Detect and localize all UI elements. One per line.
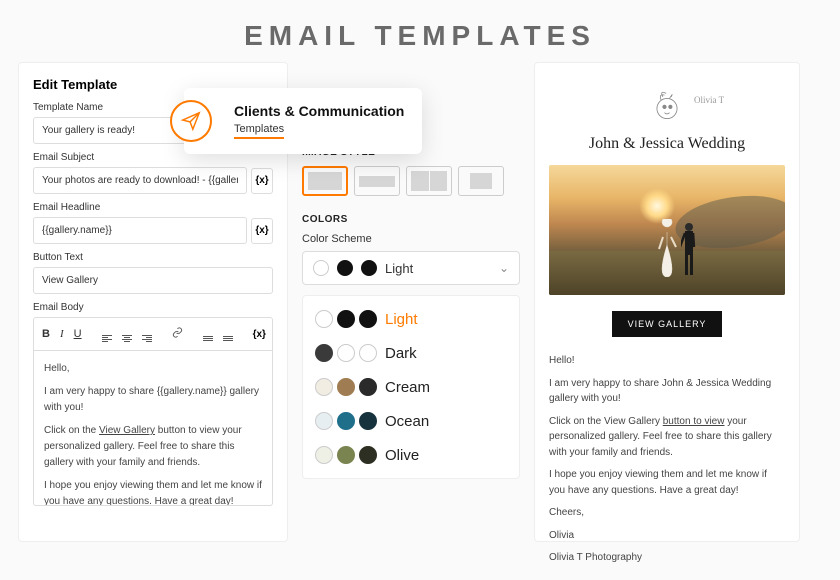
preview-headline: John & Jessica Wedding bbox=[549, 135, 785, 153]
preview-hero-image bbox=[549, 165, 785, 295]
rich-text-toolbar: B I U {x} bbox=[33, 317, 273, 351]
section-title: Clients & Communication bbox=[234, 103, 404, 119]
preview-body: Hello! I am very happy to share John & J… bbox=[549, 353, 785, 566]
image-style-option-4[interactable] bbox=[458, 166, 504, 196]
label-email-headline: Email Headline bbox=[33, 202, 273, 213]
image-style-options bbox=[302, 166, 520, 196]
view-gallery-button[interactable]: VIEW GALLERY bbox=[612, 311, 723, 337]
scheme-option-cream[interactable]: Cream bbox=[309, 370, 513, 404]
body-line: I am very happy to share {{gallery.name}… bbox=[44, 384, 262, 416]
email-preview-panel: Olivia T John & Jessica Wedding VIEW GAL… bbox=[534, 62, 800, 542]
color-scheme-select[interactable]: Light ⌄ bbox=[302, 251, 520, 285]
scheme-option-dark[interactable]: Dark bbox=[309, 336, 513, 370]
insert-variable-button[interactable]: {x} bbox=[251, 168, 273, 194]
swatch-icon bbox=[361, 260, 377, 276]
selected-scheme-label: Light bbox=[385, 261, 491, 276]
align-center-button[interactable] bbox=[122, 327, 132, 342]
section-header-card: Clients & Communication Templates bbox=[184, 88, 422, 154]
image-style-option-2[interactable] bbox=[354, 166, 400, 196]
bullet-list-button[interactable] bbox=[223, 328, 233, 341]
button-text-input[interactable] bbox=[33, 267, 273, 294]
align-left-button[interactable] bbox=[102, 327, 112, 342]
color-scheme-label: Color Scheme bbox=[302, 233, 520, 245]
body-line: I hope you enjoy viewing them and let me… bbox=[44, 478, 262, 506]
scheme-option-ocean[interactable]: Ocean bbox=[309, 404, 513, 438]
swatch-icon bbox=[313, 260, 329, 276]
paper-plane-icon bbox=[170, 100, 212, 142]
link-button[interactable] bbox=[172, 327, 183, 341]
insert-variable-button[interactable]: {x} bbox=[253, 324, 266, 344]
color-scheme-dropdown: Light Dark Cream Ocean Olive bbox=[302, 295, 520, 479]
email-subject-input[interactable] bbox=[33, 167, 247, 194]
body-line: Click on the View Gallery button to view… bbox=[44, 423, 262, 471]
italic-button[interactable]: I bbox=[60, 328, 64, 340]
align-right-button[interactable] bbox=[142, 327, 152, 342]
body-line: Hello, bbox=[44, 361, 262, 377]
email-headline-input[interactable] bbox=[33, 217, 247, 244]
colors-label: COLORS bbox=[302, 214, 520, 225]
scheme-option-olive[interactable]: Olive bbox=[309, 438, 513, 472]
image-style-option-3[interactable] bbox=[406, 166, 452, 196]
email-body-editor[interactable]: Hello, I am very happy to share {{galler… bbox=[33, 351, 273, 506]
bold-button[interactable]: B bbox=[42, 328, 50, 340]
chevron-down-icon: ⌄ bbox=[499, 261, 509, 275]
image-style-option-1[interactable] bbox=[302, 166, 348, 196]
label-email-body: Email Body bbox=[33, 302, 273, 313]
swatch-icon bbox=[337, 260, 353, 276]
insert-variable-button[interactable]: {x} bbox=[251, 218, 273, 244]
scheme-option-light[interactable]: Light bbox=[309, 302, 513, 336]
section-subtitle[interactable]: Templates bbox=[234, 123, 284, 139]
label-button-text: Button Text bbox=[33, 252, 273, 263]
page-title: EMAIL TEMPLATES bbox=[0, 20, 840, 52]
underline-button[interactable]: U bbox=[74, 328, 82, 340]
brand-logo-icon: Olivia T bbox=[644, 83, 690, 129]
ordered-list-button[interactable] bbox=[203, 328, 213, 341]
